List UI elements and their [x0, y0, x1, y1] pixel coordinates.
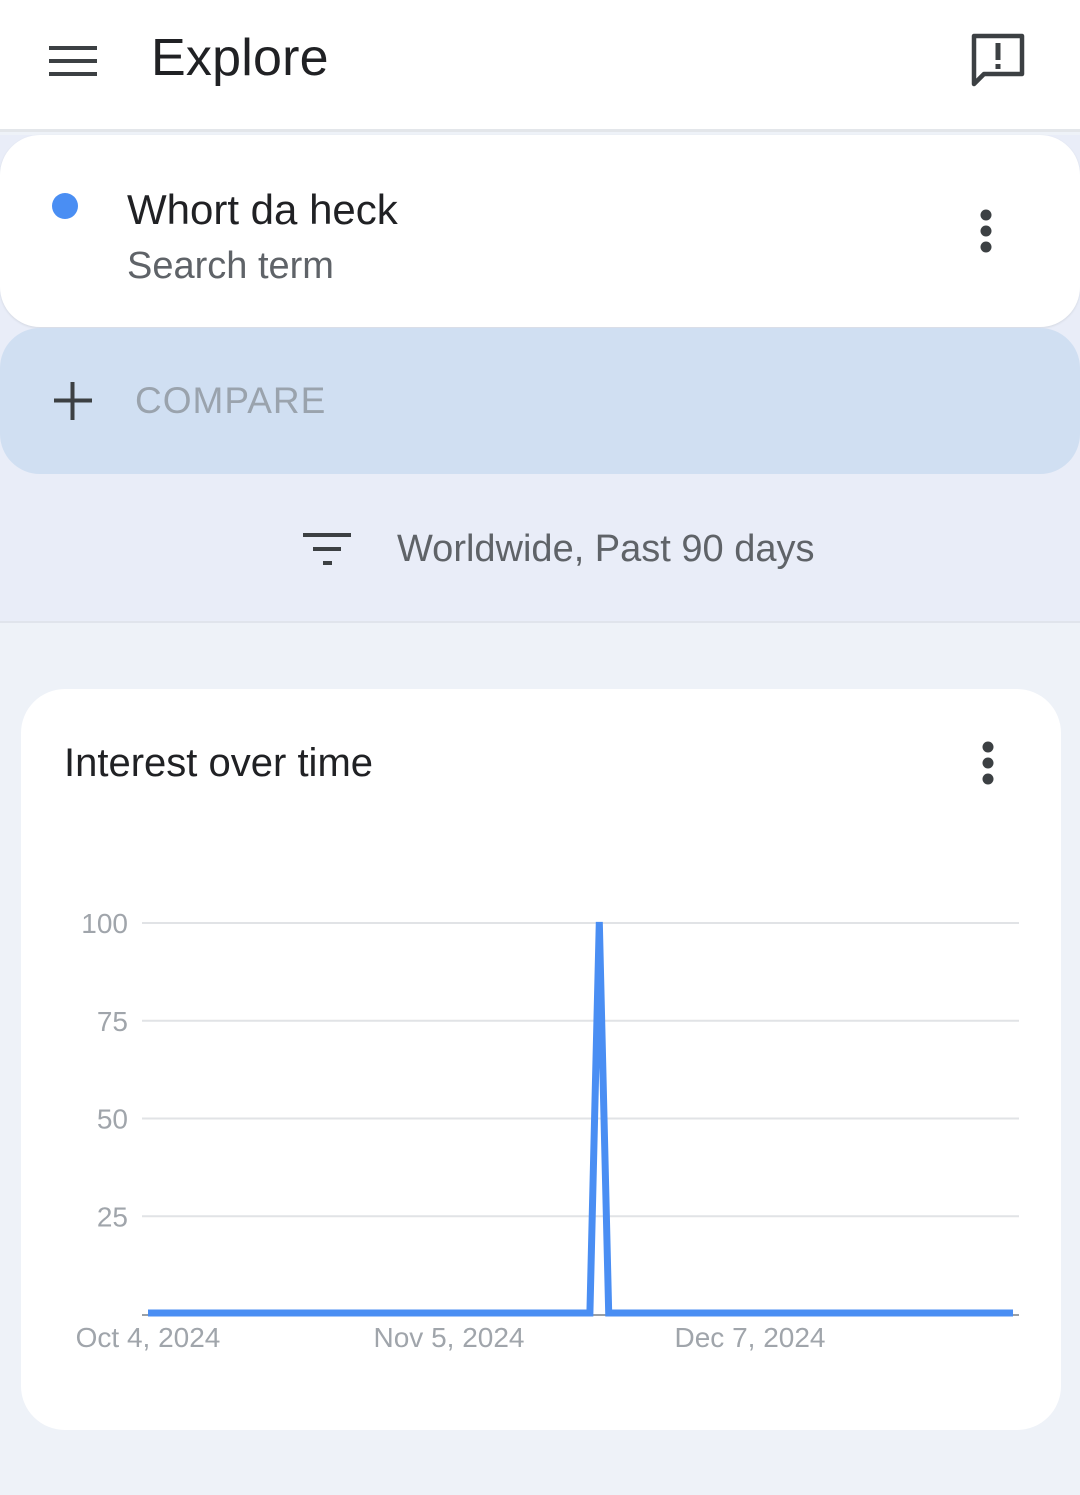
y-tick-label: 100 [81, 908, 128, 939]
more-vert-icon[interactable] [956, 199, 1016, 263]
search-term-subtitle: Search term [127, 245, 334, 287]
top-app-bar: Explore [0, 0, 1080, 132]
filter-button[interactable]: Worldwide, Past 90 days [295, 519, 815, 579]
x-tick-label: Oct 4, 2024 [76, 1322, 221, 1353]
feedback-icon[interactable] [956, 22, 1040, 98]
y-tick-label: 75 [97, 1006, 128, 1037]
plus-icon [54, 382, 92, 420]
x-tick-label: Dec 7, 2024 [675, 1322, 826, 1353]
series-color-dot [52, 193, 78, 219]
search-term-card[interactable]: Whort da heck Search term [0, 135, 1080, 327]
y-tick-label: 50 [97, 1104, 128, 1135]
compare-button[interactable]: COMPARE [0, 328, 1080, 474]
page-title: Explore [151, 29, 329, 87]
y-tick-label: 25 [97, 1201, 128, 1232]
x-tick-label: Nov 5, 2024 [374, 1322, 525, 1353]
hamburger-menu-icon[interactable] [38, 30, 110, 96]
interest-over-time-card: Interest over time 100 75 50 25 Oct 4, 2024 N… [21, 689, 1061, 1430]
filter-icon [295, 519, 359, 579]
filter-label: Worldwide, Past 90 days [397, 528, 815, 570]
search-term-title: Whort da heck [127, 186, 398, 233]
line-chart: 100 75 50 25 Oct 4, 2024 Nov 5, 2024 Dec 7, 20… [76, 908, 1019, 1353]
compare-label: COMPARE [135, 380, 327, 421]
query-section: Whort da heck Search term COMPARE Worldw… [0, 135, 1080, 623]
